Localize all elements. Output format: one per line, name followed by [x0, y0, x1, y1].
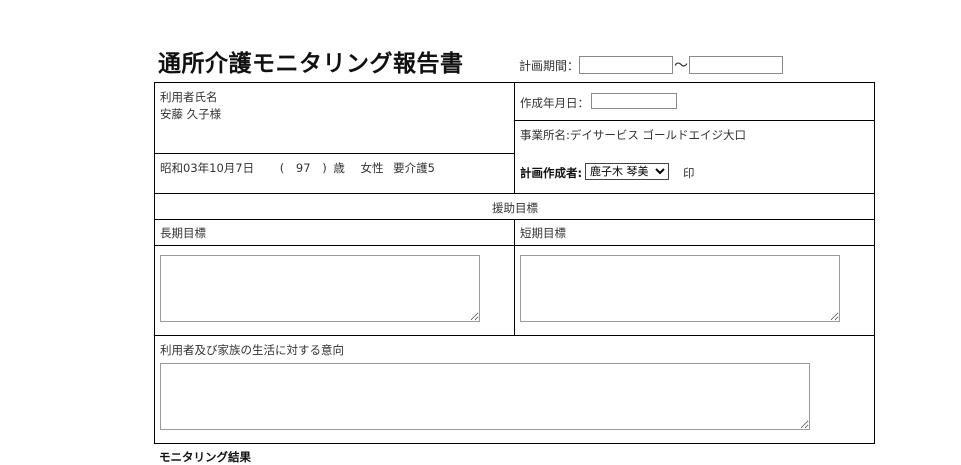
planner-select[interactable]: 鹿子木 琴美	[585, 163, 669, 180]
period-separator: 〜	[674, 58, 689, 74]
age-unit: 歳	[333, 161, 345, 175]
short-term-goal-label: 短期目標	[520, 226, 566, 240]
age-value: 97	[295, 161, 311, 175]
period-start-input[interactable]	[579, 56, 674, 74]
divider	[155, 193, 875, 194]
office-name: 事業所名:デイサービス ゴールドエイジ大口	[520, 127, 746, 143]
long-term-goal-label: 長期目標	[160, 226, 206, 240]
office-label: 事業所名:	[520, 128, 570, 142]
age-close: )	[322, 161, 327, 175]
birth-date: 昭和03年10月7日	[160, 161, 255, 175]
intention-label: 利用者及び家族の生活に対する意向	[160, 343, 344, 357]
divider	[155, 245, 875, 246]
intention-textarea[interactable]	[160, 363, 810, 430]
created-date-input[interactable]	[591, 93, 677, 109]
support-goal-heading: 援助目標	[492, 201, 538, 215]
page-title: 通所介護モニタリング報告書	[158, 51, 464, 77]
divider	[155, 335, 875, 336]
care-level: 要介護5	[393, 161, 435, 175]
age-open: (	[279, 161, 285, 175]
divider	[155, 219, 875, 220]
plan-period: 計画期間： 〜	[519, 55, 784, 75]
monitoring-result-heading: モニタリング結果	[159, 450, 251, 464]
divider	[155, 153, 515, 154]
short-term-goal-textarea[interactable]	[520, 255, 840, 322]
divider	[514, 219, 515, 336]
report-sheet: 利用者氏名 安藤 久子様 昭和03年10月7日 ( 97 ) 歳 女性 要介護5…	[154, 82, 875, 444]
plan-period-label: 計画期間：	[519, 58, 580, 73]
period-end-input[interactable]	[689, 56, 784, 74]
seal-label: 印	[683, 166, 695, 180]
long-term-goal-textarea[interactable]	[160, 255, 480, 322]
user-name-value: 安藤 久子様	[160, 107, 222, 121]
user-name-label: 利用者氏名	[160, 90, 218, 104]
gender: 女性	[360, 161, 384, 175]
divider	[514, 83, 515, 193]
created-date-label: 作成年月日：	[520, 96, 589, 110]
divider	[515, 120, 875, 121]
planner-label: 計画作成者:	[520, 166, 583, 180]
office-value: デイサービス ゴールドエイジ大口	[569, 128, 747, 142]
user-details: 昭和03年10月7日 ( 97 ) 歳 女性 要介護5	[160, 160, 435, 176]
